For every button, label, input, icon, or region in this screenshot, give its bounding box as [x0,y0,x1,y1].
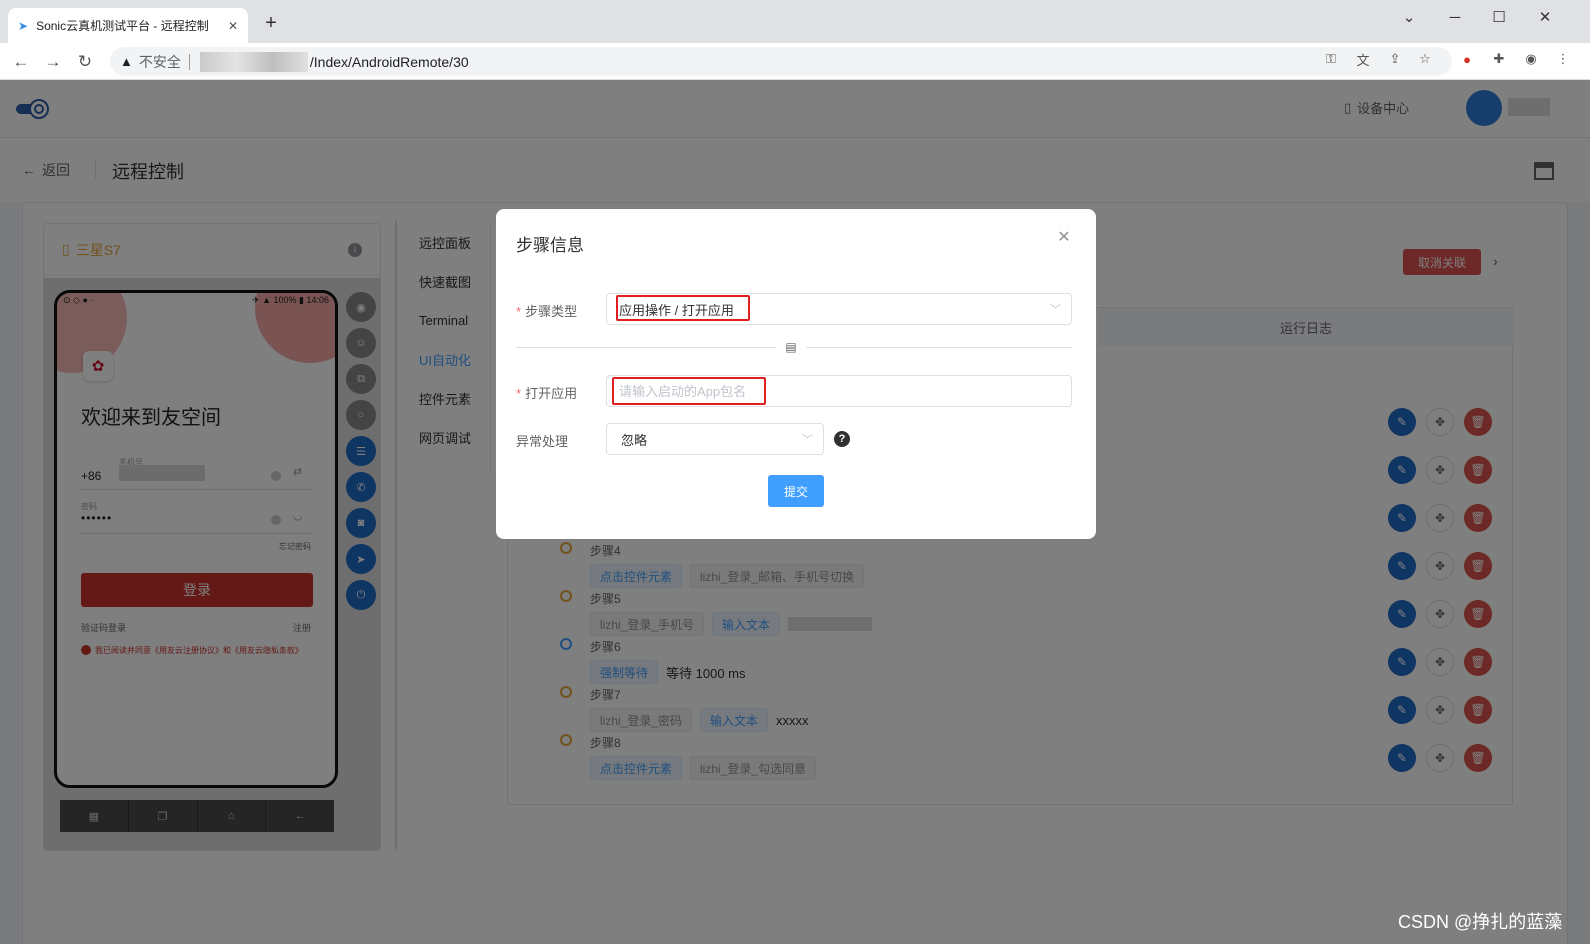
address-divider [188,53,190,70]
new-tab-button[interactable]: + [258,10,284,36]
submit-button[interactable]: 提交 [768,475,824,507]
chevron-down-icon: ﹀ [1050,304,1061,316]
tab-search-icon[interactable]: ⌄ [1394,4,1424,30]
highlight-box [612,377,766,405]
browser-toolbar: ← → ↻ ▲ 不安全 /Index/AndroidRemote/30 ⚿ 文 … [0,43,1590,80]
extension-icon[interactable]: ● [1456,48,1478,70]
watermark: CSDN @挣扎的蓝藻 [1398,912,1563,932]
puzzle-icon[interactable]: ✚ [1488,48,1510,70]
forward-arrow-icon[interactable]: → [40,49,66,75]
security-status: 不安全 [138,53,181,70]
open-app-label: * 打开应用 [516,386,578,401]
error-handling-select[interactable]: 忽略 ﹀ [606,423,824,455]
reload-icon[interactable]: ↻ [72,49,98,75]
minimize-button[interactable]: ─ [1440,4,1470,30]
url-path: /Index/AndroidRemote/30 [309,53,469,70]
tab-close-icon[interactable]: ✕ [228,19,238,33]
address-bar[interactable]: ▲ 不安全 /Index/AndroidRemote/30 [110,47,1452,76]
blurred-host [199,51,308,72]
profile-icon[interactable]: ◉ [1520,48,1542,70]
browser-tab-title: Sonic云真机测试平台 - 远程控制 [36,19,209,33]
warning-icon: ▲ [120,54,133,69]
error-handling-label: 异常处理 [516,434,569,449]
translate-icon[interactable]: 文 [1352,48,1374,70]
step-type-label: * 步骤类型 [516,304,578,319]
back-arrow-icon[interactable]: ← [8,49,34,75]
browser-tab[interactable]: ➤ Sonic云真机测试平台 - 远程控制 ✕ [8,8,248,43]
dialog-title: 步骤信息 [516,236,584,255]
error-handling-value: 忽略 [621,432,648,448]
step-info-dialog: 步骤信息 ✕ *步骤类型 应用操作 / 打开应用 ﹀ ▤ *打开应用 异常处理 … [496,209,1096,539]
key-icon[interactable]: ⚿ [1320,48,1342,70]
highlight-box [616,295,750,321]
bookmark-star-icon[interactable]: ☆ [1414,48,1436,70]
document-icon: ▤ [776,337,806,357]
browser-tab-strip: ➤ Sonic云真机测试平台 - 远程控制 ✕ + ⌄ ─ ☐ ✕ [0,0,1590,43]
share-icon[interactable]: ⇪ [1384,48,1406,70]
close-window-button[interactable]: ✕ [1530,4,1560,30]
chevron-down-icon: ﹀ [802,434,813,446]
maximize-button[interactable]: ☐ [1484,4,1514,30]
menu-dots-icon[interactable]: ⋮ [1552,48,1574,70]
sonic-favicon-icon: ➤ [18,18,29,33]
help-icon[interactable]: ? [834,431,850,447]
close-icon[interactable]: ✕ [1054,227,1074,247]
